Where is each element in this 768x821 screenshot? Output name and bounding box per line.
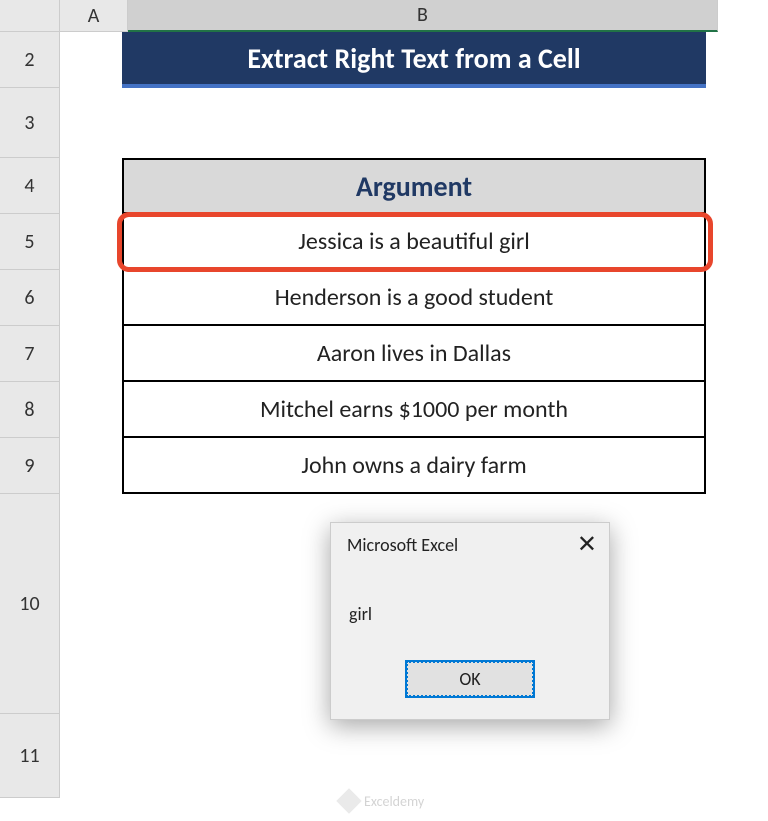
message-box: Microsoft Excel ✕ girl OK: [330, 522, 610, 720]
row-header-10[interactable]: 10: [0, 494, 60, 714]
close-icon[interactable]: ✕: [577, 533, 597, 557]
ok-button[interactable]: OK: [406, 661, 534, 697]
title-underline: [122, 84, 706, 88]
row-header-5[interactable]: 5: [0, 214, 60, 270]
table-header[interactable]: Argument: [122, 158, 706, 214]
table-row[interactable]: Jessica is a beautiful girl: [122, 214, 706, 270]
msgbox-title-text: Microsoft Excel: [347, 534, 458, 556]
table-row[interactable]: Henderson is a good student: [122, 270, 706, 326]
row-header-3[interactable]: 3: [0, 88, 60, 158]
row-header-9[interactable]: 9: [0, 438, 60, 494]
row-header-7[interactable]: 7: [0, 326, 60, 382]
data-table: Argument Jessica is a beautiful girl Hen…: [122, 158, 706, 494]
row-header-11[interactable]: 11: [0, 714, 60, 798]
row-header-6[interactable]: 6: [0, 270, 60, 326]
row-header-8[interactable]: 8: [0, 382, 60, 438]
col-header-b[interactable]: B: [128, 0, 718, 32]
title-cell[interactable]: Extract Right Text from a Cell: [122, 32, 706, 84]
table-row[interactable]: Aaron lives in Dallas: [122, 326, 706, 382]
watermark: Exceldemy: [340, 792, 424, 810]
row-header-2[interactable]: 2: [0, 32, 60, 88]
table-row[interactable]: Mitchel earns $1000 per month: [122, 382, 706, 438]
msgbox-message: girl: [331, 565, 609, 661]
col-header-a[interactable]: A: [60, 0, 128, 32]
watermark-text: Exceldemy: [364, 793, 424, 810]
watermark-icon: [336, 788, 361, 813]
table-row[interactable]: John owns a dairy farm: [122, 438, 706, 494]
row-header-4[interactable]: 4: [0, 158, 60, 214]
